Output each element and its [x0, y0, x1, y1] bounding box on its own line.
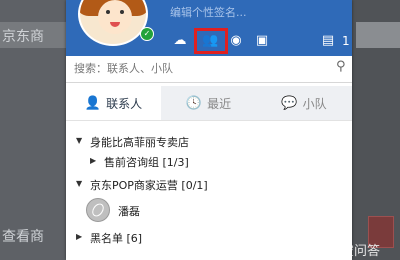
team-chat-icon: 💬	[281, 95, 298, 111]
profile-header: ✓ 编辑个性签名... ☁ 👥 ◉ ▣ ▤ 1	[66, 0, 352, 56]
group-label: 京东POP商家运营 [0/1]	[90, 179, 208, 192]
tab-recent[interactable]: 🕓 最近	[161, 86, 256, 120]
tree-group-shop[interactable]: ▼ 身能比高菲丽专卖店	[66, 132, 352, 150]
group-label: 身能比高菲丽专卖店	[90, 136, 189, 149]
expanded-arrow-icon[interactable]: ▼	[76, 136, 82, 145]
group-label: 售前咨询组 [1/3]	[104, 156, 189, 169]
search-input[interactable]	[74, 59, 324, 77]
cloud-icon[interactable]: ☁	[172, 34, 188, 48]
signature-text[interactable]: 编辑个性签名...	[170, 4, 247, 20]
tab-contacts[interactable]: 👤 联系人	[66, 86, 161, 120]
online-status-icon[interactable]: ✓	[140, 27, 154, 41]
tab-label: 最近	[207, 96, 232, 111]
search-bar: ⚲	[66, 56, 352, 83]
contact-name: 潘磊	[118, 205, 140, 218]
tree-subgroup-presales[interactable]: ▶ 售前咨询组 [1/3]	[66, 152, 352, 170]
background-text-top: 京东商	[2, 29, 44, 45]
group-label: 黑名单 [6]	[90, 232, 143, 245]
tab-team[interactable]: 💬 小队	[256, 86, 352, 120]
highlight-box	[194, 28, 228, 54]
message-count: 1	[342, 34, 350, 48]
tab-bar: 👤 联系人 🕓 最近 💬 小队	[66, 86, 352, 121]
background-text-bottom: 查看商	[2, 229, 44, 245]
search-icon[interactable]: ⚲	[336, 59, 346, 74]
tab-label: 联系人	[106, 96, 143, 111]
contact-avatar	[86, 198, 110, 222]
chat-icon[interactable]: ▤	[320, 34, 336, 48]
tree-group-blacklist[interactable]: ▶ 黑名单 [6]	[66, 228, 352, 246]
clock-icon: 🕓	[185, 95, 203, 111]
contact-item[interactable]: 潘磊	[66, 196, 352, 222]
tree-group-pop[interactable]: ▼ 京东POP商家运营 [0/1]	[66, 175, 352, 193]
contacts-icon[interactable]: ◉	[228, 34, 244, 48]
person-icon: 👤	[84, 95, 102, 111]
collapsed-arrow-icon[interactable]: ▶	[76, 232, 82, 241]
expanded-arrow-icon[interactable]: ▼	[76, 179, 82, 188]
contacts-panel: ✓ 编辑个性签名... ☁ 👥 ◉ ▣ ▤ 1 ⚲ 👤 联系人 🕓 最近 💬 小…	[66, 0, 352, 260]
user-avatar[interactable]	[78, 0, 148, 46]
collapsed-arrow-icon[interactable]: ▶	[90, 156, 96, 165]
tab-label: 小队	[302, 96, 327, 111]
bag-icon[interactable]: ▣	[254, 34, 270, 48]
